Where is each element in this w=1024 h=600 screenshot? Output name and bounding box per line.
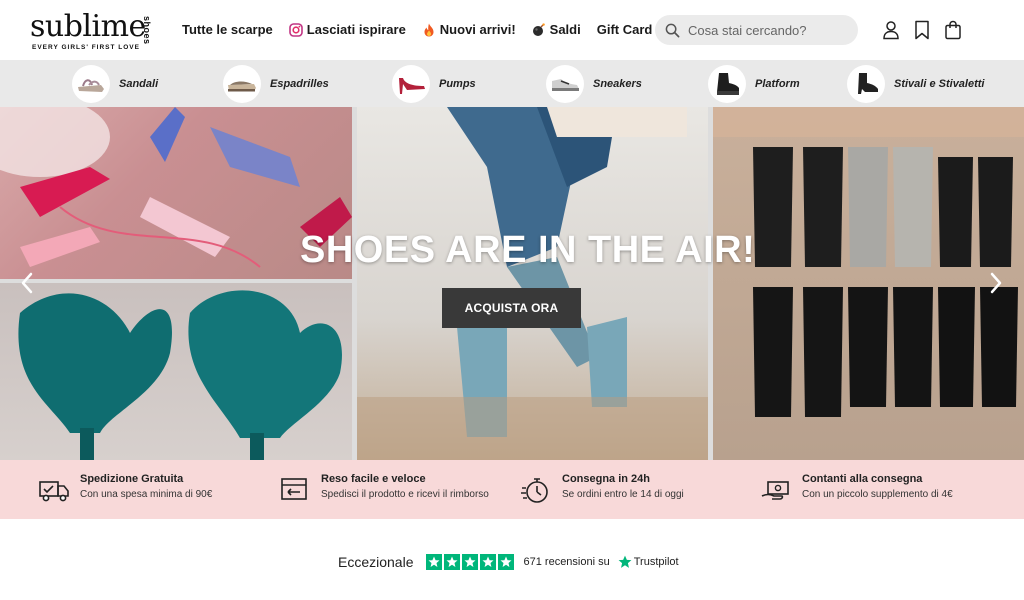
category-label: Stivali e Stivaletti [894, 77, 985, 90]
star-icon [497, 554, 514, 570]
feature-cash-on-delivery: Contanti alla consegna Con un piccolo su… [760, 471, 953, 506]
brand-suffix: shoes [142, 16, 152, 45]
instagram-icon [288, 22, 303, 37]
feature-24h-delivery: Consegna in 24h Se ordini entro le 14 di… [520, 471, 684, 506]
category-sneakers[interactable]: Sneakers [546, 64, 642, 103]
main-nav: Tutte le scarpe Lasciati ispirare Nuovi … [182, 22, 668, 37]
brand-name: sublime [30, 9, 146, 44]
rating-stars [425, 554, 514, 570]
search-icon [665, 23, 680, 37]
ankle-boot-icon [847, 64, 885, 103]
sandal-icon [72, 64, 110, 103]
category-label: Pumps [439, 77, 476, 90]
nav-item-label: Lasciati ispirare [306, 22, 406, 37]
feature-desc: Con un piccolo supplemento di 4€ [802, 489, 953, 500]
category-stivali-e-stivaletti[interactable]: Stivali e Stivaletti [847, 64, 984, 103]
rating-word: Eccezionale [338, 554, 414, 570]
category-label: Sandali [119, 77, 159, 90]
brand-logo[interactable]: sublime shoes EVERY GIRLS' FIRST LOVE [30, 10, 155, 54]
chevron-right-icon[interactable] [988, 272, 1004, 294]
category-label: Espadrilles [270, 77, 329, 90]
star-icon [425, 554, 442, 570]
feature-free-shipping: Spedizione Gratuita Con una spesa minima… [38, 471, 212, 506]
hero-image-flats-grid [713, 107, 1024, 460]
category-platform[interactable]: Platform [708, 64, 800, 103]
feature-desc: Spedisci il prodotto e ricevi il rimbors… [321, 489, 489, 500]
bomb-icon [532, 22, 545, 36]
category-bar: Sandali Espadrilles Pumps Sneakers Platf… [0, 60, 1024, 107]
nav-item-label: Gift Card [596, 22, 653, 37]
hero-banner: SHOES ARE IN THE AIR! ACQUISTA ORA [0, 107, 1024, 460]
hero-image-bow-heels [0, 283, 352, 460]
feature-title: Spedizione Gratuita [80, 473, 184, 485]
nav-item-gift-card[interactable]: Gift Card [597, 22, 653, 37]
feature-title: Consegna in 24h [562, 473, 651, 485]
search-bar[interactable] [655, 15, 858, 45]
pump-icon [392, 64, 430, 103]
features-bar: Spedizione Gratuita Con una spesa minima… [0, 460, 1024, 519]
star-icon [443, 554, 460, 570]
shopping-bag-icon[interactable] [944, 20, 962, 40]
category-pumps[interactable]: Pumps [392, 64, 476, 103]
nav-item-nuovi-arrivi[interactable]: Nuovi arrivi! [422, 22, 516, 37]
category-sandali[interactable]: Sandali [72, 64, 158, 103]
nav-item-label: Tutte le scarpe [182, 22, 273, 37]
category-label: Sneakers [593, 77, 642, 90]
sneaker-icon [546, 64, 584, 103]
trustpilot-brand-label: Trustpilot [633, 556, 679, 568]
search-input[interactable] [688, 22, 848, 38]
nav-item-lasciati-ispirare[interactable]: Lasciati ispirare [288, 22, 406, 37]
review-count: 671 recensioni su [523, 556, 610, 568]
bookmark-icon[interactable] [913, 20, 931, 40]
stopwatch-icon [521, 478, 548, 503]
cash-icon [761, 481, 789, 500]
star-icon [479, 554, 496, 570]
feature-title: Reso facile e veloce [321, 473, 426, 485]
return-box-icon [281, 478, 307, 500]
nav-item-label: Nuovi arrivi! [439, 22, 516, 37]
nav-item-label: Saldi [549, 22, 581, 37]
feature-desc: Con una spesa minima di 90€ [80, 489, 213, 500]
feature-easy-returns: Reso facile e veloce Spedisci il prodott… [279, 471, 489, 506]
category-label: Platform [755, 77, 800, 90]
hero-image-denim-heels [357, 107, 708, 460]
nav-item-tutte-le-scarpe[interactable]: Tutte le scarpe [182, 22, 273, 37]
truck-icon [39, 481, 69, 502]
trustpilot-logo[interactable]: Trustpilot [618, 555, 679, 569]
nav-item-saldi[interactable]: Saldi [532, 22, 581, 37]
trustpilot-star-icon [618, 555, 632, 568]
brand-tagline: EVERY GIRLS' FIRST LOVE [32, 44, 140, 51]
shop-now-button[interactable]: ACQUISTA ORA [442, 288, 581, 328]
star-icon [461, 554, 478, 570]
feature-desc: Se ordini entro le 14 di oggi [562, 489, 684, 500]
fire-icon [424, 23, 434, 36]
chevron-left-icon[interactable] [19, 272, 35, 294]
site-header: sublime shoes EVERY GIRLS' FIRST LOVE Tu… [0, 0, 1024, 60]
user-icon[interactable] [882, 20, 900, 40]
category-espadrilles[interactable]: Espadrilles [223, 64, 329, 103]
platform-boot-icon [708, 64, 746, 103]
trustpilot-widget[interactable]: Eccezionale 671 recensioni su Trustpilot [338, 552, 679, 572]
hero-title: SHOES ARE IN THE AIR! [300, 229, 756, 271]
feature-title: Contanti alla consegna [802, 473, 923, 485]
espadrille-icon [223, 64, 261, 103]
